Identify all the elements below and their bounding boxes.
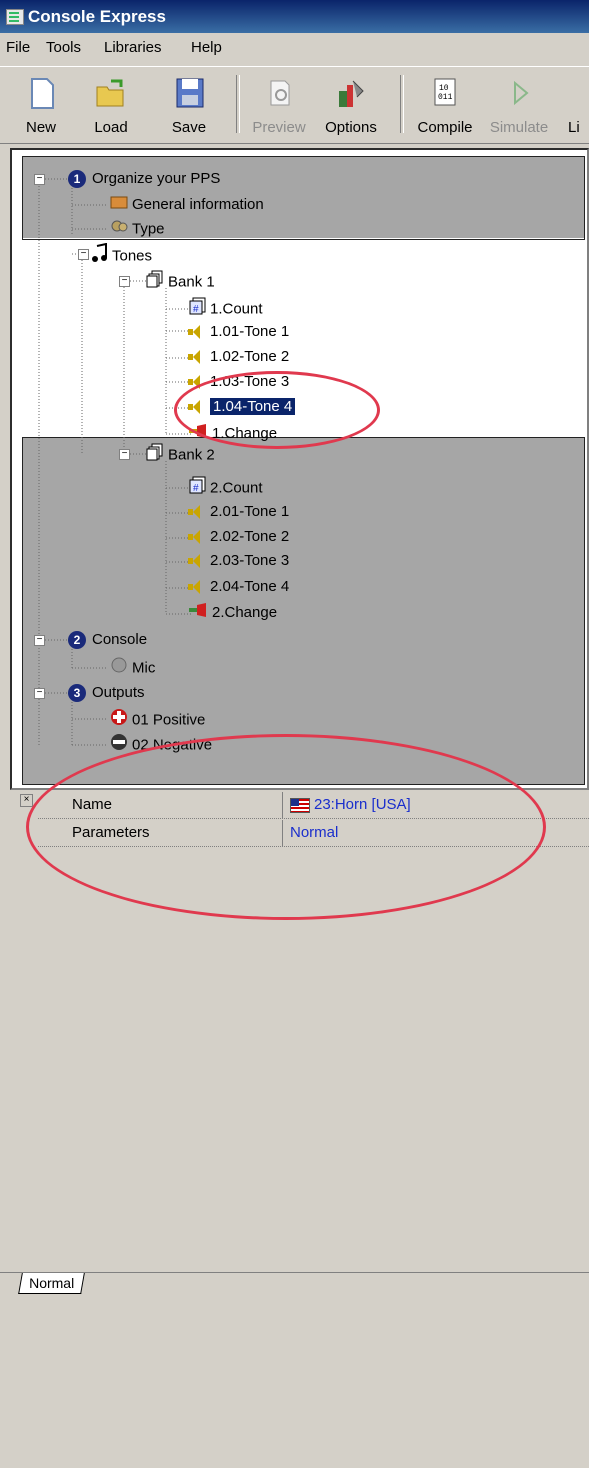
floppy-disk-icon: [171, 75, 207, 111]
tools-icon: [333, 75, 369, 111]
property-row-name[interactable]: Name 23:Horn [USA]: [38, 792, 589, 819]
preview-button[interactable]: Preview: [248, 75, 310, 136]
property-value-name[interactable]: 23:Horn [USA]: [290, 796, 411, 813]
speaker-icon: [188, 553, 204, 569]
binary-icon: 10 011: [427, 75, 463, 111]
more-button[interactable]: Li: [568, 75, 589, 136]
horn-icon: [188, 423, 208, 445]
counter-icon: #: [188, 297, 206, 322]
new-button[interactable]: New: [10, 75, 72, 136]
property-value-parameters[interactable]: Normal: [290, 824, 338, 841]
menu-bar: File Tools Libraries Help: [0, 36, 589, 62]
new-file-icon: [23, 75, 59, 111]
menu-libraries[interactable]: Libraries: [104, 39, 162, 56]
simulate-button[interactable]: Simulate: [488, 75, 550, 136]
property-row-parameters[interactable]: Parameters Normal: [38, 820, 589, 847]
tree-node-tone[interactable]: 1.02-Tone 2: [188, 346, 289, 368]
load-button[interactable]: Load: [80, 75, 142, 136]
tree-node-tone[interactable]: 2.01-Tone 1: [188, 501, 289, 523]
tree-node-change[interactable]: 2.Change: [188, 602, 277, 624]
usa-flag-icon: [290, 797, 310, 813]
counter-icon: #: [188, 476, 206, 501]
plus-circle-icon: [110, 708, 128, 733]
speaker-icon: [188, 579, 204, 595]
save-button[interactable]: Save: [158, 75, 220, 136]
speaker-icon: [188, 349, 204, 365]
collapse-toggle[interactable]: −: [119, 449, 130, 460]
tree-node-count[interactable]: #1.Count: [188, 297, 263, 319]
tree-node-tones[interactable]: Tones: [92, 242, 152, 265]
tree-node-tone[interactable]: 2.04-Tone 4: [188, 576, 289, 598]
play-icon: [501, 75, 537, 111]
status-bar: Normal: [0, 1272, 589, 1305]
tree-node-tone[interactable]: 2.02-Tone 2: [188, 526, 289, 548]
tab-normal[interactable]: Normal: [18, 1273, 85, 1294]
tree-node-tone[interactable]: 1.03-Tone 3: [188, 371, 289, 393]
speaker-icon: [188, 399, 204, 415]
collapse-toggle[interactable]: −: [34, 688, 45, 699]
svg-text:#: #: [193, 304, 199, 315]
horn-icon: [188, 602, 208, 624]
tree-node-bank-2[interactable]: Bank 2: [146, 443, 215, 465]
tree-node-bank-1[interactable]: Bank 1: [146, 270, 215, 292]
tree-node-tone[interactable]: 1.01-Tone 1: [188, 321, 289, 343]
close-icon[interactable]: ×: [20, 794, 33, 807]
speaker-icon: [188, 324, 204, 340]
svg-text:10: 10: [439, 84, 449, 93]
tree-node-organize[interactable]: 1 Organize your PPS: [68, 168, 220, 190]
tree-node-tone-selected[interactable]: 1.04-Tone 4: [188, 396, 297, 418]
svg-text:011: 011: [438, 93, 453, 102]
svg-text:#: #: [193, 483, 199, 494]
app-icon: [6, 9, 24, 25]
properties-panel: × Name 23:Horn [USA] Parameters Normal: [10, 790, 589, 1468]
tree-node-positive[interactable]: 01 Positive: [110, 708, 205, 730]
menu-tools[interactable]: Tools: [46, 39, 81, 56]
overflow-icon: [568, 75, 589, 111]
minus-circle-icon: [110, 733, 128, 758]
speaker-icon: [188, 529, 204, 545]
preview-icon: [261, 75, 297, 111]
speaker-icon: [188, 374, 204, 390]
tree-node-negative[interactable]: 02 Negative: [110, 733, 212, 755]
stacked-pages-icon: [146, 270, 164, 295]
toolbar: New Load Save Preview Options 10 011 Comp…: [0, 66, 589, 144]
info-card-icon: [110, 194, 128, 216]
stacked-pages-icon: [146, 443, 164, 468]
tree-node-console[interactable]: 2 Console: [68, 629, 147, 651]
compile-button[interactable]: 10 011 Compile: [414, 75, 476, 136]
tree-node-general-info[interactable]: General information: [110, 194, 264, 216]
tree-node-outputs[interactable]: 3 Outputs: [68, 682, 145, 704]
collapse-toggle[interactable]: −: [119, 276, 130, 287]
step-number-badge: 1: [68, 170, 86, 189]
music-note-icon: [92, 242, 108, 270]
window-title: Console Express: [28, 7, 166, 26]
tree-node-type[interactable]: Type: [110, 218, 165, 240]
tree-node-change[interactable]: 1.Change: [188, 423, 277, 445]
tree-node-mic[interactable]: Mic: [110, 656, 155, 678]
collapse-toggle[interactable]: −: [34, 174, 45, 185]
open-folder-icon: [93, 75, 129, 111]
title-bar: Console Express: [0, 0, 589, 33]
collapse-toggle[interactable]: −: [34, 635, 45, 646]
tree-node-tone[interactable]: 2.03-Tone 3: [188, 550, 289, 572]
collapse-toggle[interactable]: −: [78, 249, 89, 260]
step-number-badge: 3: [68, 684, 86, 703]
menu-help[interactable]: Help: [191, 39, 222, 56]
options-button[interactable]: Options: [320, 75, 382, 136]
tree-node-count[interactable]: #2.Count: [188, 476, 263, 498]
menu-file[interactable]: File: [6, 39, 30, 56]
microphone-icon: [110, 656, 128, 681]
project-tree[interactable]: − 1 Organize your PPS General information…: [10, 148, 589, 790]
gear-cluster-icon: [110, 218, 128, 241]
step-number-badge: 2: [68, 631, 86, 650]
speaker-icon: [188, 504, 204, 520]
